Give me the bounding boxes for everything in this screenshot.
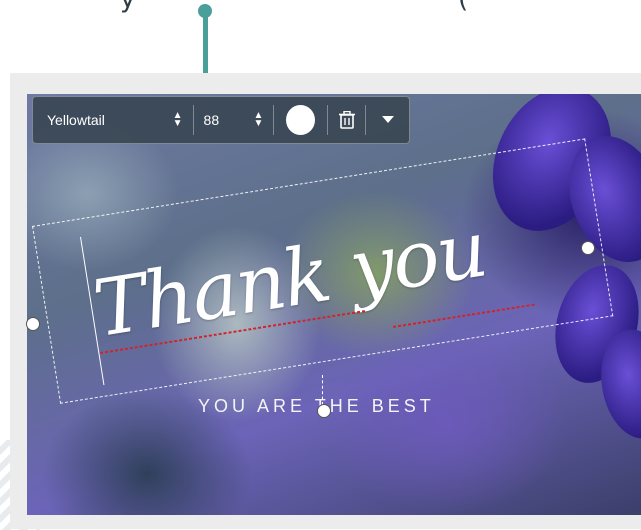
resize-handle-left[interactable] [26,317,40,331]
updown-icon: ▲ ▼ [253,110,264,129]
font-family-select[interactable]: Yellowtail ▲ ▼ [33,110,193,129]
callout-pointer-line [203,14,208,80]
rotate-handle-stem [322,375,324,405]
delete-button[interactable] [328,111,365,129]
font-size-select[interactable]: 88 ▲ ▼ [194,110,274,129]
text-color-button[interactable] [286,105,316,135]
rotate-handle[interactable] [317,404,331,418]
resize-handle-right[interactable] [581,241,595,255]
updown-icon: ▲ ▼ [172,110,183,129]
text-toolbar: Yellowtail ▲ ▼ 88 ▲ ▼ [32,96,410,144]
font-size-label: 88 [203,112,220,128]
toolbar-divider [273,105,275,135]
cropped-header-right: ( [458,0,468,18]
font-family-label: Yellowtail [47,112,105,128]
subtitle-text[interactable]: YOU ARE THE BEST [198,396,435,417]
cropped-header-left: y [120,0,135,18]
chevron-down-icon [381,116,394,123]
trash-icon [338,111,355,129]
more-options-button[interactable] [366,116,409,124]
